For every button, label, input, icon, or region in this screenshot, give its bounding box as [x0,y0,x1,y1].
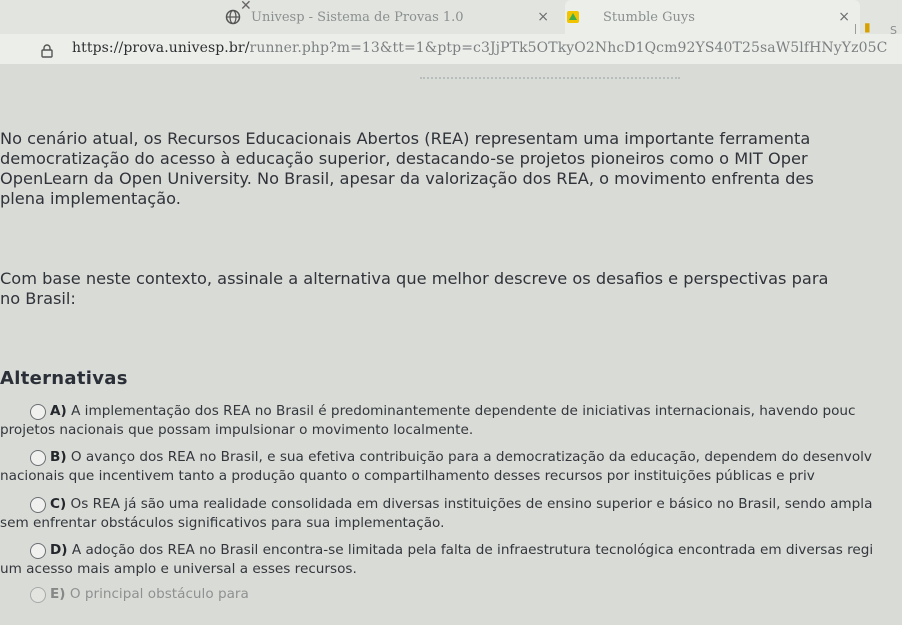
alternative-text[interactable]: A) A implementação dos REA no Brasil é p… [0,402,856,440]
radio-button-d[interactable] [30,543,46,559]
alternative-line-2: nacionais que incentivem tanto a produçã… [0,468,815,484]
alternative-e[interactable]: E) O principal obstáculo para [0,585,902,625]
paragraph-line: OpenLearn da Open University. No Brasil,… [0,169,814,188]
alternative-d[interactable]: D) A adoção dos REA no Brasil encontra-s… [0,541,902,581]
alternative-letter: D) [50,542,68,558]
alternative-a[interactable]: A) A implementação dos REA no Brasil é p… [0,402,902,442]
alternative-line-2: um acesso mais amplo e universal a esses… [0,561,357,577]
paragraph-line: democratização do acesso à educação supe… [0,149,808,168]
question-paragraph-2: Com base neste contexto, assinale a alte… [0,269,828,309]
alternative-line-1: O principal obstáculo para [69,586,249,602]
radio-button-a[interactable] [30,404,46,420]
alternative-line-2: sem enfrentar obstáculos significativos … [0,515,445,531]
question-paragraph-1: No cenário atual, os Recursos Educaciona… [0,129,814,209]
alternative-letter: A) [50,403,67,419]
alternative-letter: B) [50,449,67,465]
alternative-letter: C) [50,496,67,512]
alternative-text[interactable]: C) Os REA já são uma realidade consolida… [0,495,873,533]
alternative-text[interactable]: B) O avanço dos REA no Brasil, e sua efe… [0,448,872,486]
question-content: No cenário atual, os Recursos Educaciona… [0,0,902,608]
alternative-b[interactable]: B) O avanço dos REA no Brasil, e sua efe… [0,448,902,488]
alternative-line-1: A implementação dos REA no Brasil é pred… [71,403,856,419]
alternative-letter: E) [50,586,66,602]
paragraph-line: no Brasil: [0,289,76,308]
alternatives-heading: Alternativas [0,368,128,389]
radio-button-e[interactable] [30,587,46,603]
alternative-text[interactable]: E) O principal obstáculo para [50,585,249,604]
alternative-c[interactable]: C) Os REA já são uma realidade consolida… [0,495,902,535]
alternative-text[interactable]: D) A adoção dos REA no Brasil encontra-s… [0,541,874,579]
alternative-line-1: O avanço dos REA no Brasil, e sua efetiv… [70,449,872,465]
radio-button-b[interactable] [30,450,46,466]
paragraph-line: plena implementação. [0,189,181,208]
alternative-line-1: Os REA já são uma realidade consolidada … [70,496,873,512]
paragraph-line: No cenário atual, os Recursos Educaciona… [0,129,811,148]
paragraph-line: Com base neste contexto, assinale a alte… [0,269,829,288]
alternative-line-2: projetos nacionais que possam impulsiona… [0,422,474,438]
alternative-line-1: A adoção dos REA no Brasil encontra-se l… [71,542,874,558]
radio-button-c[interactable] [30,497,46,513]
